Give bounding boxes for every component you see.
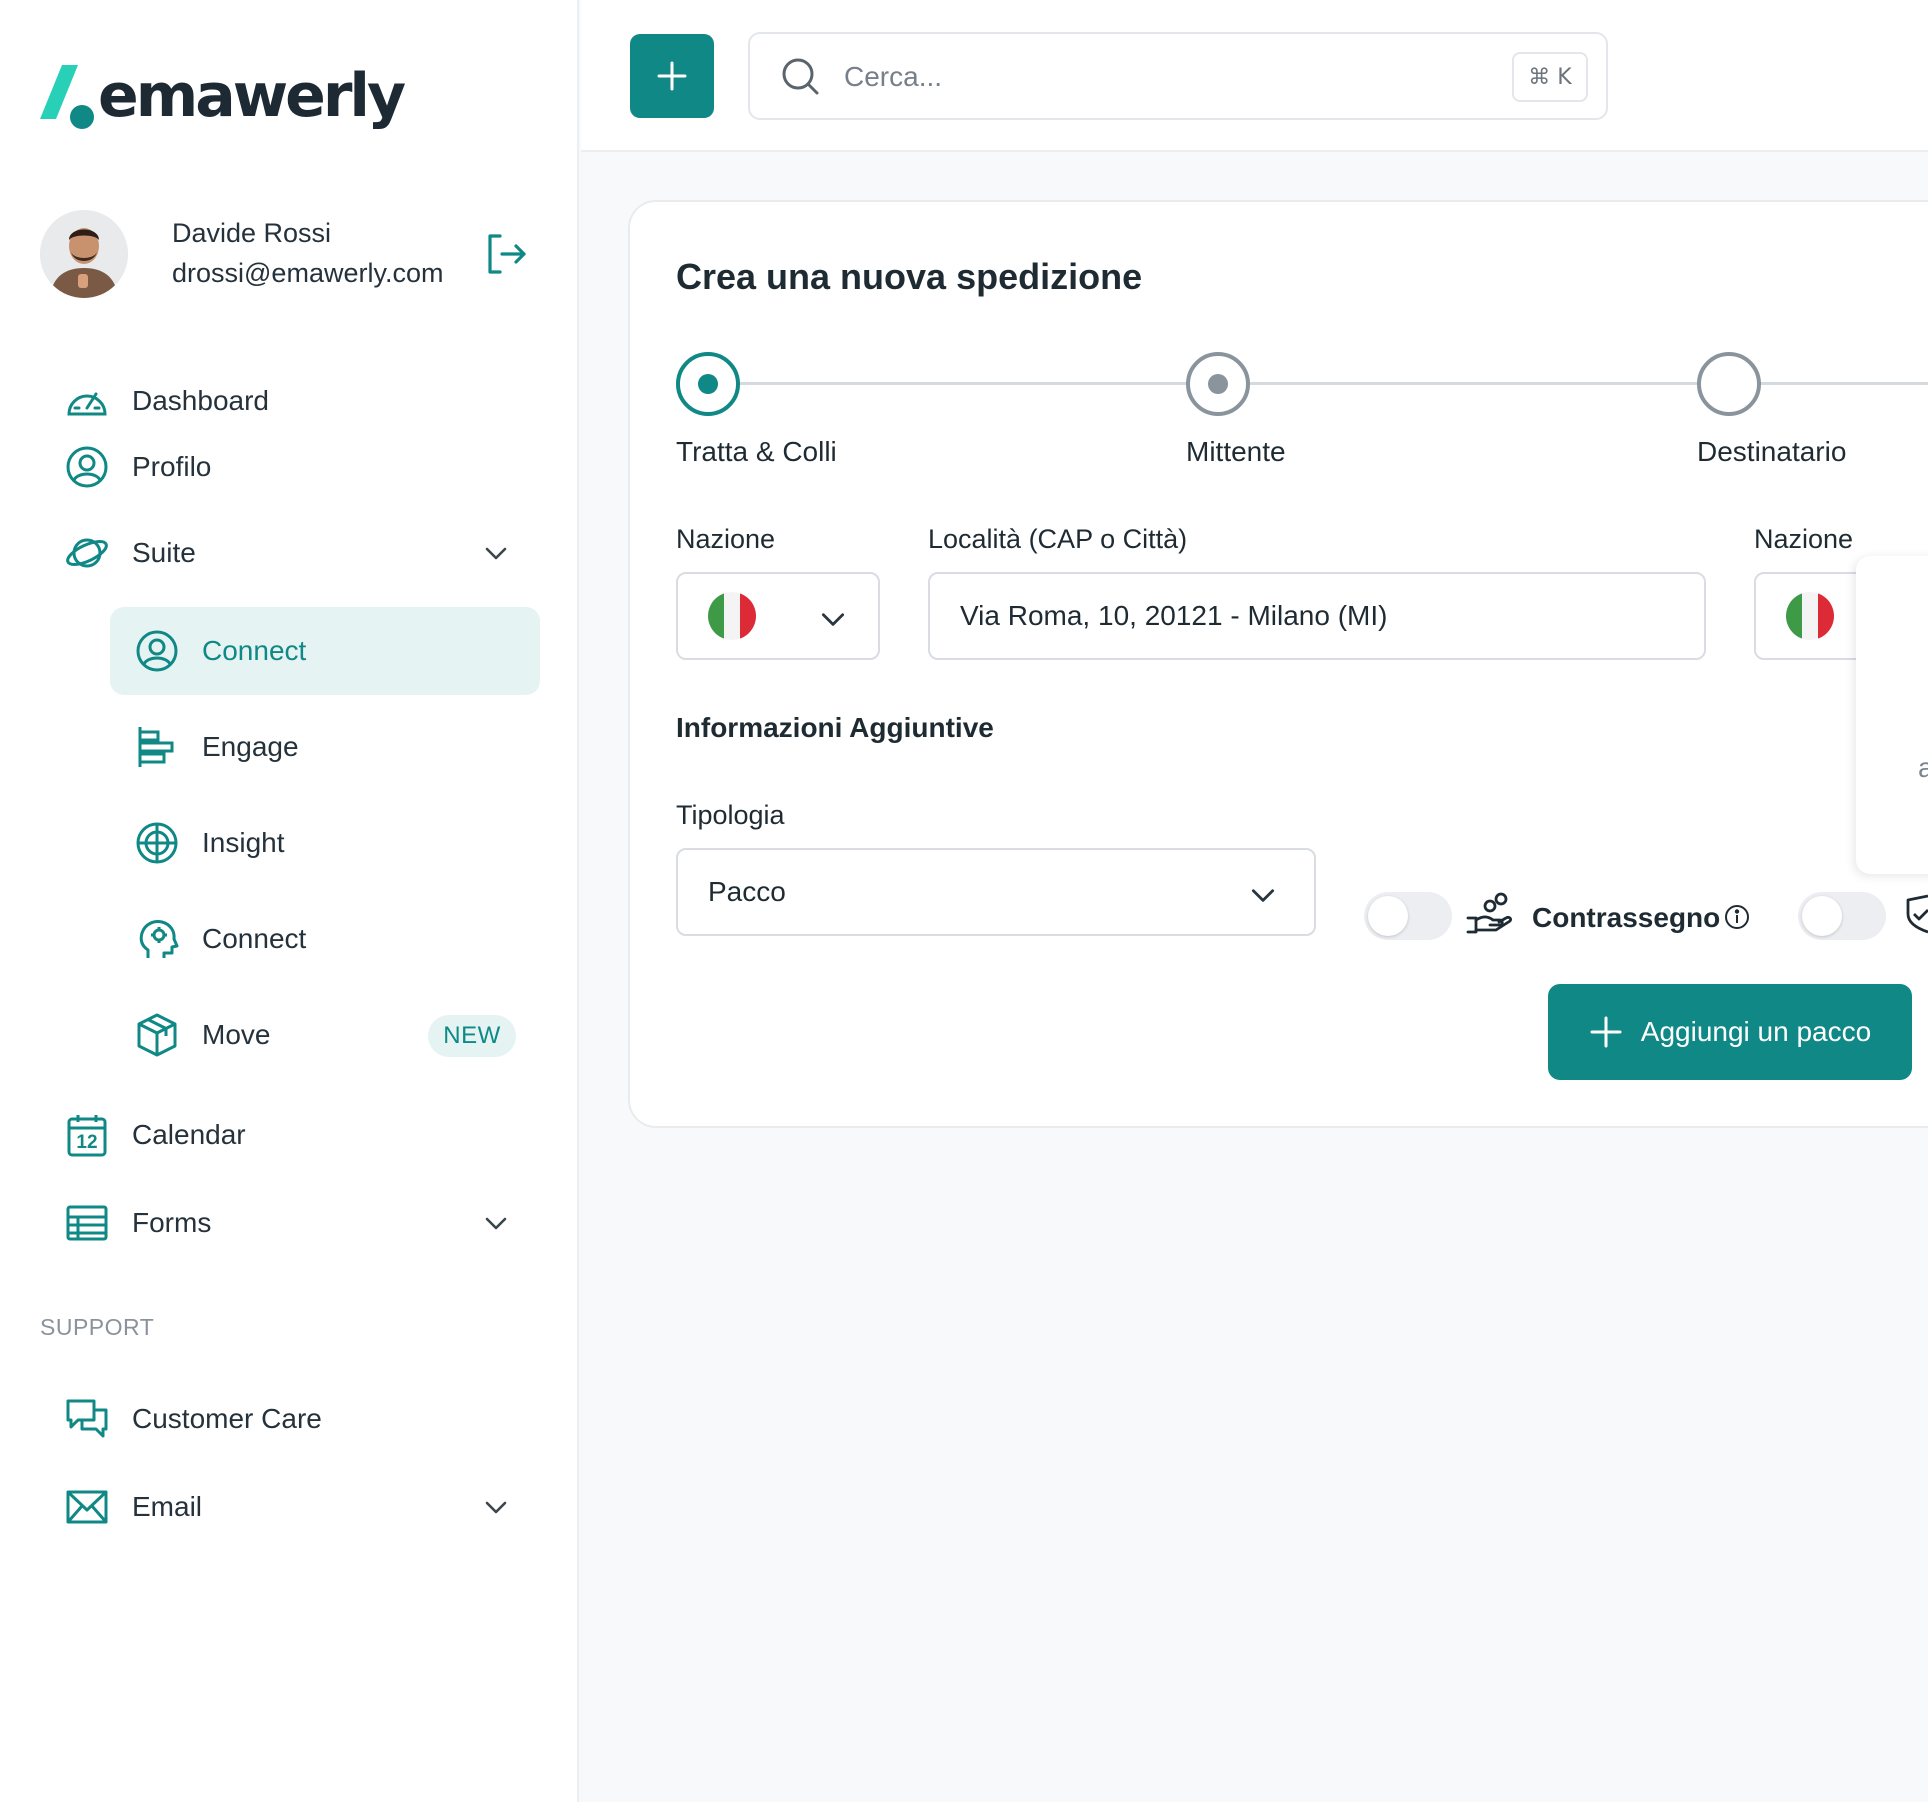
step-2-indicator[interactable] bbox=[1186, 352, 1250, 416]
mail-icon bbox=[64, 1484, 110, 1530]
user-name: Davide Rossi bbox=[172, 218, 332, 248]
sidebar-item-calendar[interactable]: 12 Calendar bbox=[64, 1112, 246, 1158]
step-1-indicator[interactable] bbox=[676, 352, 740, 416]
user-circle-icon bbox=[64, 444, 110, 490]
user-email: drossi@emawerly.com bbox=[172, 258, 444, 288]
step-2-label: Mittente bbox=[1186, 436, 1286, 467]
chevron-down-icon[interactable] bbox=[482, 539, 510, 567]
hand-coins-icon bbox=[1466, 890, 1514, 941]
page-title: Crea una nuova spedizione bbox=[676, 256, 1143, 297]
sidebar-item-label: Move bbox=[202, 1019, 271, 1050]
search-input[interactable] bbox=[844, 52, 1444, 102]
stepper-line bbox=[1760, 382, 1928, 385]
create-button[interactable] bbox=[630, 34, 714, 118]
italy-flag-icon bbox=[1786, 592, 1834, 640]
logo-wordmark: emawerly bbox=[98, 61, 406, 131]
globe-icon bbox=[134, 820, 180, 866]
step-3-label: Destinatario bbox=[1697, 436, 1847, 467]
sidebar-item-suite[interactable]: Suite bbox=[64, 530, 510, 576]
user-circle-icon bbox=[134, 628, 180, 674]
extra-info-heading: Informazioni Aggiuntive bbox=[676, 712, 994, 743]
chevron-down-icon[interactable] bbox=[482, 1209, 510, 1237]
sidebar-item-engage[interactable]: Engage bbox=[134, 724, 299, 770]
chevron-down-icon[interactable] bbox=[482, 1493, 510, 1521]
origin-location-input[interactable]: Via Roma, 10, 20121 - Milano (MI) bbox=[928, 572, 1706, 660]
origin-location-value: Via Roma, 10, 20121 - Milano (MI) bbox=[960, 600, 1388, 631]
support-heading: SUPPORT bbox=[40, 1314, 155, 1340]
logo-mark-icon bbox=[40, 61, 102, 131]
popover-text-fragment: a bbox=[1918, 752, 1928, 783]
add-package-label: Aggiungi un pacco bbox=[1640, 1016, 1872, 1047]
sidebar-item-label: Suite bbox=[132, 537, 196, 568]
calendar-icon: 12 bbox=[64, 1112, 110, 1158]
origin-location-label: Località (CAP o Città) bbox=[928, 524, 1188, 554]
stepper-line bbox=[1248, 382, 1700, 385]
italy-flag-icon bbox=[708, 592, 756, 640]
shield-check-icon bbox=[1904, 892, 1928, 941]
sidebar-item-insight[interactable]: Insight bbox=[134, 820, 285, 866]
calendar-day: 12 bbox=[76, 1132, 98, 1153]
type-label: Tipologia bbox=[676, 800, 785, 830]
sidebar-item-label: Engage bbox=[202, 731, 299, 762]
popover-panel bbox=[1856, 556, 1928, 874]
sidebar-item-connect-2[interactable]: Connect bbox=[134, 916, 306, 962]
user-profile: Davide Rossi drossi@emawerly.com bbox=[40, 210, 540, 302]
insurance-toggle[interactable] bbox=[1798, 892, 1886, 940]
origin-country-select[interactable] bbox=[676, 572, 880, 660]
head-gear-icon bbox=[134, 916, 180, 962]
search-icon bbox=[780, 56, 820, 96]
align-bars-icon bbox=[134, 724, 180, 770]
sidebar-item-label: Connect bbox=[202, 923, 307, 954]
sidebar-item-label: Forms bbox=[132, 1207, 212, 1238]
chevron-down-icon bbox=[818, 604, 848, 639]
table-icon bbox=[64, 1200, 110, 1246]
logout-icon[interactable] bbox=[484, 232, 528, 276]
plus-icon bbox=[1590, 1016, 1622, 1048]
sidebar-item-label: Calendar bbox=[132, 1119, 246, 1150]
type-select[interactable]: Pacco bbox=[676, 848, 1316, 936]
sidebar-item-move[interactable]: Move bbox=[134, 1012, 270, 1058]
box-icon bbox=[134, 1012, 180, 1058]
type-value: Pacco bbox=[708, 876, 786, 907]
stepper-line bbox=[736, 382, 1188, 385]
keyboard-shortcut-badge: ⌘ K bbox=[1512, 52, 1588, 102]
cod-toggle[interactable] bbox=[1364, 892, 1452, 940]
sidebar-item-label: Connect bbox=[202, 635, 307, 666]
sidebar-item-label: Dashboard bbox=[132, 385, 269, 416]
sidebar-item-label: Customer Care bbox=[132, 1403, 322, 1434]
sidebar-item-label: Profilo bbox=[132, 451, 212, 482]
new-badge: NEW bbox=[428, 1015, 516, 1057]
sidebar-item-customer-care[interactable]: Customer Care bbox=[64, 1396, 322, 1442]
sidebar-item-email[interactable]: Email bbox=[64, 1484, 510, 1530]
step-1-label: Tratta & Colli bbox=[676, 436, 837, 467]
logo[interactable]: emawerly bbox=[40, 58, 406, 134]
origin-country-label: Nazione bbox=[676, 524, 776, 554]
sidebar-item-connect[interactable]: Connect bbox=[134, 628, 306, 674]
chevron-down-icon bbox=[1248, 880, 1278, 915]
sidebar-item-forms[interactable]: Forms bbox=[64, 1200, 510, 1246]
info-icon[interactable] bbox=[1724, 904, 1750, 935]
sidebar-item-label: Email bbox=[132, 1491, 203, 1522]
dest-country-label: Nazione bbox=[1754, 524, 1854, 554]
cod-label: Contrassegno bbox=[1532, 902, 1721, 933]
avatar[interactable] bbox=[40, 210, 128, 298]
search-bar[interactable]: ⌘ K bbox=[748, 32, 1608, 120]
step-3-indicator[interactable] bbox=[1697, 352, 1761, 416]
add-package-button[interactable]: Aggiungi un pacco bbox=[1548, 984, 1912, 1080]
sidebar-item-profile[interactable]: Profilo bbox=[64, 444, 211, 490]
chat-bubbles-icon bbox=[64, 1396, 110, 1442]
sidebar-item-label: Insight bbox=[202, 827, 285, 858]
sidebar-item-dashboard[interactable]: Dashboard bbox=[64, 378, 269, 424]
planet-icon bbox=[64, 530, 110, 576]
gauge-icon bbox=[64, 378, 110, 424]
plus-icon bbox=[657, 61, 687, 91]
